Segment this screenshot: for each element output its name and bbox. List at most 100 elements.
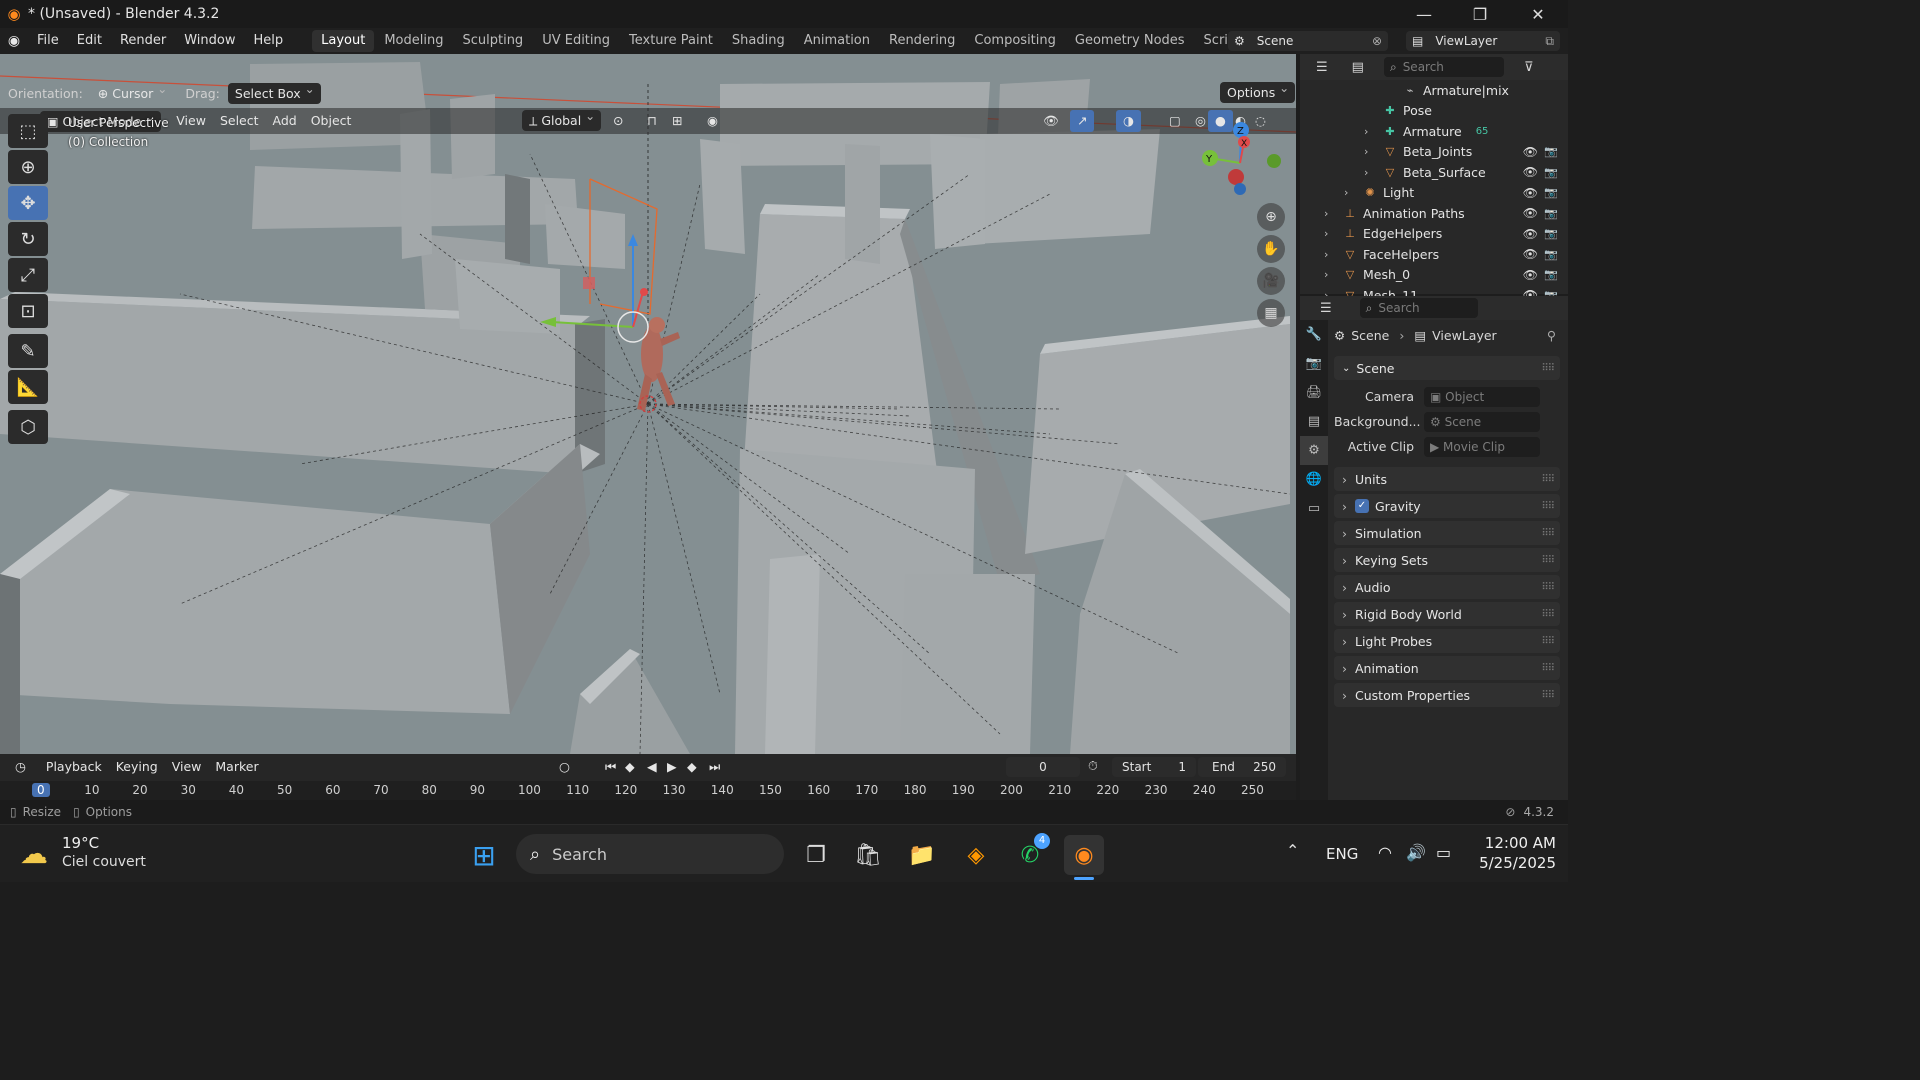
visibility-eye-icon[interactable]: 👁 [1523, 206, 1538, 220]
visibility-eye-icon[interactable]: 👁 [1523, 186, 1538, 200]
section-animation[interactable]: › Animation ⠿⠿ [1334, 656, 1560, 680]
clock-time[interactable]: 12:00 AM [1476, 834, 1556, 852]
drag-handle-icon[interactable]: ⠿⠿ [1541, 636, 1555, 647]
prev-keyframe-icon[interactable]: ◆ [618, 756, 642, 778]
outliner-row[interactable]: › ✺ Light 👁 📷 [1300, 183, 1568, 204]
visibility-eye-icon[interactable]: 👁 [1523, 247, 1538, 261]
outliner-row[interactable]: › ⊥ Animation Paths 👁 📷 [1300, 203, 1568, 224]
expand-chevron-icon[interactable]: › [1364, 166, 1368, 179]
ortho-grid-icon[interactable]: ▦ [1257, 299, 1285, 327]
expand-chevron-icon[interactable]: › [1324, 268, 1328, 281]
section-units[interactable]: › Units ⠿⠿ [1334, 467, 1560, 491]
render-camera-icon[interactable]: 📷 [1544, 227, 1558, 240]
outliner-editor-icon[interactable]: ☰ [1316, 60, 1328, 75]
keying-menu[interactable]: Keying [109, 756, 165, 778]
tool-tab-icon[interactable]: 🔧 [1300, 320, 1328, 349]
view-layer-tab-icon[interactable]: ▤ [1300, 407, 1328, 436]
pin-icon[interactable]: ⚲ [1547, 328, 1556, 343]
temperature[interactable]: 19°C [62, 834, 99, 852]
outliner-row[interactable]: › ▽ Beta_Surface 👁 📷 [1300, 162, 1568, 183]
browser-icon[interactable]: ◈ [956, 835, 996, 875]
expand-chevron-icon[interactable]: › [1344, 186, 1348, 199]
proportional-edit-icon[interactable]: ◉ [700, 110, 725, 132]
tab-texture-paint[interactable]: Texture Paint [620, 30, 722, 52]
stopwatch-icon[interactable]: ⏱ [1088, 758, 1098, 774]
timeline-ruler[interactable]: 0 10 20 30 40 50 60 70 80 90 100 110 120 130 140 150 160… [0, 781, 1296, 800]
drag-handle-icon[interactable]: ⠿⠿ [1541, 501, 1555, 512]
battery-icon[interactable]: ▭ [1436, 843, 1451, 862]
render-camera-icon[interactable]: 📷 [1544, 145, 1558, 158]
current-frame-field[interactable]: 0 [1006, 757, 1080, 777]
expand-chevron-icon[interactable]: › [1364, 125, 1368, 138]
render-camera-icon[interactable]: 📷 [1544, 186, 1558, 199]
menu-render[interactable]: Render [111, 28, 175, 54]
jump-end-icon[interactable]: ⏭ [702, 756, 727, 778]
tab-shading[interactable]: Shading [723, 30, 794, 52]
camera-view-icon[interactable]: 🎥 [1257, 267, 1285, 295]
chevron-up-icon[interactable]: ⌃ [1286, 841, 1299, 860]
filter-icon[interactable]: ⊽ [1524, 60, 1534, 75]
xray-icon[interactable]: ▢ [1162, 110, 1188, 132]
microsoft-store-icon[interactable]: 🛍 [848, 835, 888, 875]
expand-chevron-icon[interactable]: › [1324, 227, 1328, 240]
3d-viewport[interactable]: ⊞ ▣ Object Mode View Select Add Object ⟂… [0, 54, 1296, 754]
rotate-tool-icon[interactable]: ↻ [8, 222, 48, 256]
start-frame-field[interactable]: Start 1 [1112, 757, 1196, 777]
render-camera-icon[interactable]: 📷 [1544, 248, 1558, 261]
orientation-dropdown[interactable]: ⊕ Cursor [91, 79, 174, 104]
visibility-eye-icon[interactable]: 👁 [1523, 165, 1538, 179]
gravity-checkbox[interactable]: ✓ [1355, 499, 1369, 513]
pan-hand-icon[interactable]: ✋ [1257, 235, 1285, 263]
scene-section-header[interactable]: ⌄ Scene ⠿⠿ [1334, 356, 1560, 380]
outliner-row[interactable]: › ✚ Armature 65 [1300, 121, 1568, 142]
playback-menu[interactable]: Playback [39, 756, 109, 778]
zoom-icon[interactable]: ⊕ [1257, 203, 1285, 231]
render-camera-icon[interactable]: 📷 [1544, 207, 1558, 220]
gizmo-neg-y[interactable] [1267, 154, 1281, 168]
auto-key-icon[interactable]: ○ [552, 756, 577, 778]
clock-date[interactable]: 5/25/2025 [1470, 854, 1556, 872]
section-simulation[interactable]: › Simulation ⠿⠿ [1334, 521, 1560, 545]
outliner-row[interactable]: › ▽ Mesh_0 👁 📷 [1300, 265, 1568, 286]
outliner-row[interactable]: › ▽ FaceHelpers 👁 📷 [1300, 244, 1568, 265]
overlay-toggle-icon[interactable]: ◑ [1116, 110, 1141, 132]
tab-modeling[interactable]: Modeling [375, 30, 452, 52]
snap-target-icon[interactable]: ⊞ [665, 110, 689, 132]
task-view-icon[interactable]: ❐ [796, 835, 836, 875]
collection-tab-icon[interactable]: ▭ [1300, 494, 1328, 523]
menu-edit[interactable]: Edit [68, 28, 111, 54]
display-mode-icon[interactable]: ▤ [1352, 60, 1364, 75]
snap-icon[interactable]: ⊓ [640, 110, 664, 132]
drag-handle-icon[interactable]: ⠿⠿ [1541, 663, 1555, 674]
section-audio[interactable]: › Audio ⠿⠿ [1334, 575, 1560, 599]
transform-orientation-dropdown[interactable]: ⟂ Global [522, 106, 602, 131]
measure-tool-icon[interactable]: 📐 [8, 370, 48, 404]
tab-layout[interactable]: Layout [312, 30, 375, 52]
marker-menu[interactable]: Marker [208, 756, 265, 778]
tab-rendering[interactable]: Rendering [880, 30, 964, 52]
timeline-editor-icon[interactable]: ◷ [8, 756, 33, 778]
properties-editor-icon[interactable]: ☰ [1320, 301, 1332, 316]
close-button[interactable]: ✕ [1510, 0, 1566, 28]
drag-dropdown[interactable]: Select Box [227, 79, 321, 104]
gizmo-toggle-icon[interactable]: ↗ [1070, 110, 1095, 132]
transform-tool-icon[interactable]: ⊡ [8, 294, 48, 328]
scene-tab-icon[interactable]: ⚙ [1300, 436, 1328, 465]
visibility-eye-icon[interactable]: 👁 [1523, 268, 1538, 282]
drag-handle-icon[interactable]: ⠿⠿ [1541, 474, 1555, 485]
timeline-view-menu[interactable]: View [165, 756, 209, 778]
minimize-button[interactable]: — [1396, 0, 1452, 28]
windows-start-icon[interactable]: ⊞ [464, 835, 504, 875]
next-keyframe-icon[interactable]: ◆ [680, 756, 704, 778]
section-light-probes[interactable]: › Light Probes ⠿⠿ [1334, 629, 1560, 653]
blender-menu-icon[interactable]: ◉ [0, 33, 28, 49]
visibility-eye-icon[interactable]: 👁 [1523, 145, 1538, 159]
weather-icon[interactable]: ☁ [20, 837, 48, 870]
gizmo-neg-x[interactable] [1228, 169, 1244, 185]
tab-compositing[interactable]: Compositing [965, 30, 1065, 52]
viewport-menu-add[interactable]: Add [266, 110, 304, 132]
section-gravity[interactable]: › ✓ Gravity ⠿⠿ [1334, 494, 1560, 518]
menu-file[interactable]: File [28, 28, 68, 54]
visibility-eye-icon[interactable]: 👁 [1523, 227, 1538, 241]
drag-handle-icon[interactable]: ⠿⠿ [1541, 609, 1555, 620]
